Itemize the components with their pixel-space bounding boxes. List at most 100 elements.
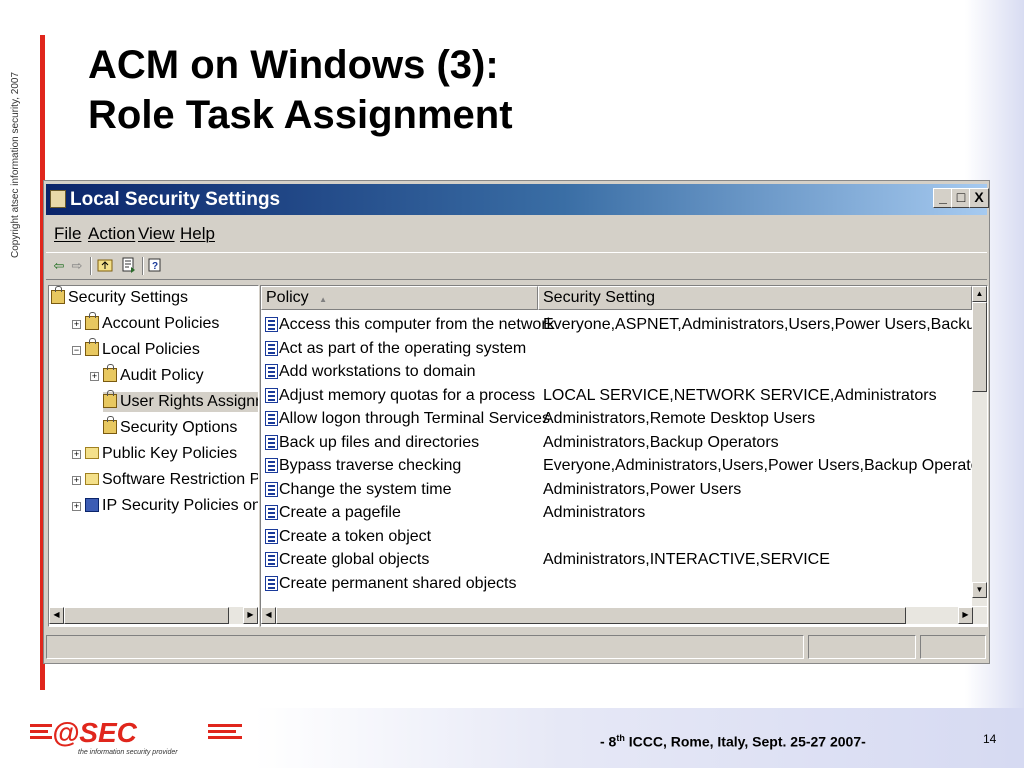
policy-row[interactable]: Bypass traverse checking Everyone,Adminis… xyxy=(261,454,987,477)
policy-name: Add workstations to domain xyxy=(279,363,476,380)
menu-help[interactable]: Help xyxy=(180,224,215,244)
tree-node-label: Audit Policy xyxy=(120,367,204,384)
policy-row[interactable]: Create permanent shared objects xyxy=(261,572,971,595)
slide-title-line2: Role Task Assignment xyxy=(88,93,513,137)
policy-name: Act as part of the operating system xyxy=(279,339,527,357)
column-header-policy[interactable]: Policy ▲ xyxy=(261,286,538,310)
tree-expander-plus[interactable]: + xyxy=(90,372,99,381)
tree-expander-plus[interactable]: + xyxy=(72,502,81,511)
console-tree: Security Settings + Account Policies − Local… xyxy=(48,285,259,627)
tree-node[interactable]: Account Policies xyxy=(85,312,219,334)
tree-node[interactable]: Security Options xyxy=(103,416,237,438)
policy-icon xyxy=(265,387,278,403)
help-icon[interactable]: ? xyxy=(146,257,164,275)
policy-row[interactable]: Adjust memory quotas for a process LOCAL … xyxy=(261,384,971,407)
list-vertical-scrollbar[interactable]: ▲ ▼ xyxy=(972,286,987,606)
policy-row[interactable]: Create global objects Administrators,INTE… xyxy=(261,548,971,571)
tree-expander-plus[interactable]: + xyxy=(72,450,81,459)
list-horizontal-scrollbar[interactable]: ◀ ▶ xyxy=(261,607,987,624)
forward-icon[interactable]: ⇨ xyxy=(68,257,86,275)
policy-row[interactable]: Change the system time Administrators,Pow… xyxy=(261,478,971,501)
scroll-up-button[interactable]: ▲ xyxy=(972,286,987,302)
minimize-button[interactable]: _ xyxy=(933,188,953,208)
up-folder-icon[interactable] xyxy=(96,257,114,275)
status-bar xyxy=(46,633,987,661)
policy-row[interactable]: Back up files and directories Administrat… xyxy=(261,431,971,454)
svg-text:the information security provi: the information security provider xyxy=(78,749,178,756)
policy-icon xyxy=(265,340,278,356)
policy-name: Create global objects xyxy=(279,551,430,568)
tree-expander-minus[interactable]: − xyxy=(72,346,81,355)
menu-view[interactable]: View xyxy=(138,224,175,244)
menu-action[interactable]: Action xyxy=(88,224,135,244)
scroll-right-button[interactable]: ▶ xyxy=(243,607,258,624)
scroll-thumb[interactable] xyxy=(276,607,906,624)
scroll-down-button[interactable]: ▼ xyxy=(972,582,987,598)
policy-row[interactable]: Act as part of the operating system xyxy=(261,337,971,360)
scroll-left-button[interactable]: ◀ xyxy=(49,607,64,624)
tree-node[interactable]: Audit Policy xyxy=(103,364,204,386)
maximize-button[interactable]: □ xyxy=(951,188,971,208)
policy-name: Create a pagefile xyxy=(279,504,401,521)
window-titlebar[interactable]: Local Security Settings _ □ X xyxy=(46,184,989,215)
column-header-policy-label: Policy xyxy=(266,289,309,306)
folder-lock-icon xyxy=(103,364,117,382)
policy-name: Adjust memory quotas for a process xyxy=(279,386,536,404)
policy-name: Change the system time xyxy=(279,480,452,498)
scroll-right-button[interactable]: ▶ xyxy=(958,607,973,624)
svg-text:@SEC: @SEC xyxy=(52,717,138,748)
tree-node[interactable]: Public Key Policies xyxy=(85,444,237,464)
policy-security-setting: Administrators,INTERACTIVE,SERVICE xyxy=(543,551,830,568)
tree-node[interactable]: User Rights Assignment xyxy=(103,390,258,412)
policy-security-setting: Everyone,ASPNET,Administrators,Users,Pow… xyxy=(543,316,987,333)
network-policy-icon xyxy=(85,498,99,512)
tree-node[interactable]: Security Settings xyxy=(51,286,189,308)
export-list-icon[interactable] xyxy=(120,257,138,275)
tree-node-label: Public Key Policies xyxy=(102,445,238,462)
policy-name: Allow logon through Terminal Services xyxy=(279,410,550,427)
status-panel-2 xyxy=(808,635,916,659)
policy-row[interactable]: Create a pagefile Administrators xyxy=(261,501,971,524)
tree-expander-plus[interactable]: + xyxy=(72,320,81,329)
policy-icon xyxy=(265,364,278,379)
column-header-security-setting[interactable]: Security Setting xyxy=(538,286,972,310)
tree-node-label: User Rights Assignment xyxy=(120,393,258,410)
folder-lock-icon xyxy=(103,416,117,434)
folder-icon xyxy=(85,473,99,485)
policy-icon xyxy=(265,575,278,591)
tree-node[interactable]: Software Restriction Policies xyxy=(85,470,258,490)
policy-icon xyxy=(265,458,278,473)
window-app-icon xyxy=(50,190,66,208)
policy-icon xyxy=(265,434,278,450)
close-button[interactable]: X xyxy=(969,188,989,208)
folder-lock-icon xyxy=(85,338,99,356)
tree-horizontal-scrollbar[interactable]: ◀ ▶ xyxy=(49,607,258,624)
policy-name: Create permanent shared objects xyxy=(279,574,517,592)
back-icon[interactable]: ⇦ xyxy=(50,257,68,275)
tree-node-label: Security Settings xyxy=(68,289,189,306)
policy-row[interactable]: Create a token object xyxy=(261,525,971,548)
folder-icon xyxy=(85,447,99,459)
scroll-left-button[interactable]: ◀ xyxy=(261,607,276,624)
scroll-thumb[interactable] xyxy=(64,607,229,624)
policy-icon xyxy=(265,528,278,544)
folder-lock-icon xyxy=(103,390,117,408)
policy-icon xyxy=(265,481,278,497)
folder-lock-icon xyxy=(85,312,99,330)
policy-security-setting: Administrators,Power Users xyxy=(543,480,742,498)
policy-security-setting: Administrators,Remote Desktop Users xyxy=(543,410,816,427)
sort-ascending-icon: ▲ xyxy=(319,295,328,304)
tree-node[interactable]: Local Policies xyxy=(85,338,200,360)
tree-node[interactable]: IP Security Policies on Local C xyxy=(85,496,258,516)
svg-text:?: ? xyxy=(152,261,158,272)
toolbar-separator xyxy=(90,257,92,275)
policy-row[interactable]: Add workstations to domain xyxy=(261,360,971,383)
tree-expander-plus[interactable]: + xyxy=(72,476,81,485)
policy-row[interactable]: Access this computer from the network Eve… xyxy=(261,313,987,336)
policy-row[interactable]: Allow logon through Terminal Services Adm… xyxy=(261,407,971,430)
footer-suffix: ICCC, Rome, Italy, Sept. 25-27 2007- xyxy=(624,733,866,750)
footer-conference: - 8th ICCC, Rome, Italy, Sept. 25-27 200… xyxy=(600,733,866,750)
menu-bar: File Action View Help xyxy=(46,217,987,251)
scroll-thumb[interactable] xyxy=(972,302,987,392)
menu-file[interactable]: File xyxy=(54,224,81,244)
